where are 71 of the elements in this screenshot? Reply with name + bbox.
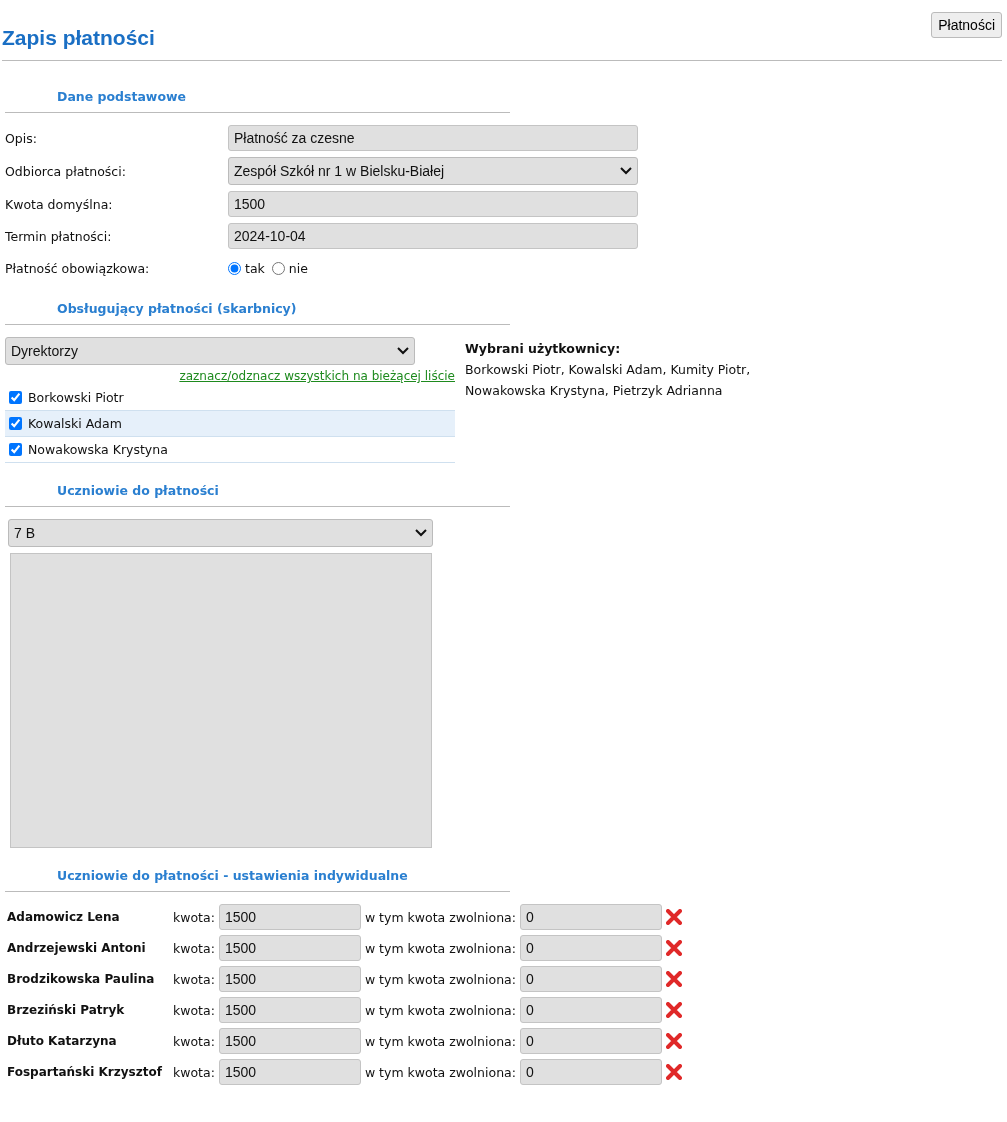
input-field[interactable]: 2024-10-04	[228, 223, 638, 249]
amount-field[interactable]: 1500	[218, 1059, 361, 1085]
input-field[interactable]: Płatność za czesne	[228, 125, 638, 151]
amount-label: kwota:	[173, 940, 215, 956]
exempt-field[interactable]: 0	[519, 1028, 662, 1054]
page-title: Zapis płatności	[2, 26, 155, 50]
exempt-field[interactable]: 0	[519, 966, 662, 992]
amount-field[interactable]: 1500	[218, 935, 361, 961]
delete-icon[interactable]	[665, 1064, 682, 1080]
exempt-label: w tym kwota zwolniona:	[364, 1033, 516, 1049]
chevron-icon	[620, 167, 632, 175]
radio-label: tak	[245, 260, 265, 276]
field-label: Termin płatności:	[5, 228, 113, 244]
student-name: Adamowicz Lena	[7, 910, 121, 924]
field-label: Płatność obowiązkowa:	[5, 260, 151, 276]
user-name: Kowalski Adam	[28, 416, 122, 431]
select-field[interactable]: Zespół Szkół nr 1 w Bielsku-Białej	[228, 157, 638, 185]
section-heading: Dane podstawowe	[57, 89, 187, 104]
user-row[interactable]: Nowakowska Krystyna	[5, 437, 455, 463]
select-field[interactable]: Dyrektorzy	[5, 337, 415, 365]
chevron-icon	[415, 529, 427, 537]
exempt-field[interactable]: 0	[519, 1059, 662, 1085]
delete-icon[interactable]	[665, 940, 682, 956]
user-name: Nowakowska Krystyna	[28, 442, 168, 457]
radio-button[interactable]	[271, 261, 285, 275]
radio-button[interactable]	[228, 261, 241, 275]
delete-icon[interactable]	[665, 971, 682, 987]
amount-field[interactable]: 1500	[218, 904, 361, 930]
delete-icon[interactable]	[665, 1033, 682, 1049]
amount-label: kwota:	[173, 971, 215, 987]
student-name: Brodzikowska Paulina	[7, 972, 156, 986]
student-name: Fospartański Krzysztof	[7, 1065, 163, 1079]
delete-icon[interactable]	[665, 909, 682, 925]
student-name: Andrzejewski Antoni	[7, 941, 147, 955]
field-label: Kwota domyślna:	[5, 196, 114, 212]
exempt-label: w tym kwota zwolniona:	[364, 1002, 516, 1018]
exempt-label: w tym kwota zwolniona:	[364, 940, 516, 956]
student-name: Dłuto Katarzyna	[7, 1034, 118, 1048]
radio-label: nie	[288, 260, 308, 276]
select-field[interactable]: 7 B	[8, 519, 433, 547]
amount-label: kwota:	[173, 1064, 215, 1080]
amount-field[interactable]: 1500	[218, 966, 361, 992]
checkbox[interactable]	[9, 391, 22, 404]
section-heading: Uczniowie do płatności - ustawienia indywidualne	[57, 868, 408, 883]
field-label: Opis:	[5, 130, 38, 146]
exempt-label: w tym kwota zwolniona:	[364, 1064, 516, 1080]
exempt-field[interactable]: 0	[519, 997, 662, 1023]
selected-users-list: Borkowski Piotr, Kowalski Adam, Kumity Piotr, Nowakowska Krystyna, Pietrzyk Adrianna	[465, 359, 825, 401]
selected-users-title: Wybrani użytkownicy:	[465, 340, 622, 358]
exempt-field[interactable]: 0	[519, 904, 662, 930]
section-heading: Obsługujący płatności (skarbnicy)	[57, 301, 297, 316]
delete-icon[interactable]	[665, 1002, 682, 1018]
amount-field[interactable]: 1500	[218, 997, 361, 1023]
checkbox[interactable]	[9, 443, 22, 456]
user-row[interactable]: Kowalski Adam	[5, 411, 455, 437]
field-label: Odbiorca płatności:	[5, 163, 127, 179]
amount-label: kwota:	[173, 1033, 215, 1049]
exempt-label: w tym kwota zwolniona:	[364, 971, 516, 987]
amount-label: kwota:	[173, 1002, 215, 1018]
toggle-all-link[interactable]: zaznacz/odznacz wszystkich na bieżącej liście	[5, 369, 455, 383]
amount-field[interactable]: 1500	[218, 1028, 361, 1054]
user-name: Borkowski Piotr	[28, 390, 124, 405]
payments-button[interactable]: Płatności	[931, 12, 1002, 38]
chevron-icon	[397, 347, 409, 355]
section-heading: Uczniowie do płatności	[57, 483, 219, 498]
input-field[interactable]: 1500	[228, 191, 638, 217]
amount-label: kwota:	[173, 909, 215, 925]
student-name: Brzeziński Patryk	[7, 1003, 126, 1017]
exempt-label: w tym kwota zwolniona:	[364, 909, 516, 925]
checkbox[interactable]	[9, 417, 22, 430]
exempt-field[interactable]: 0	[519, 935, 662, 961]
